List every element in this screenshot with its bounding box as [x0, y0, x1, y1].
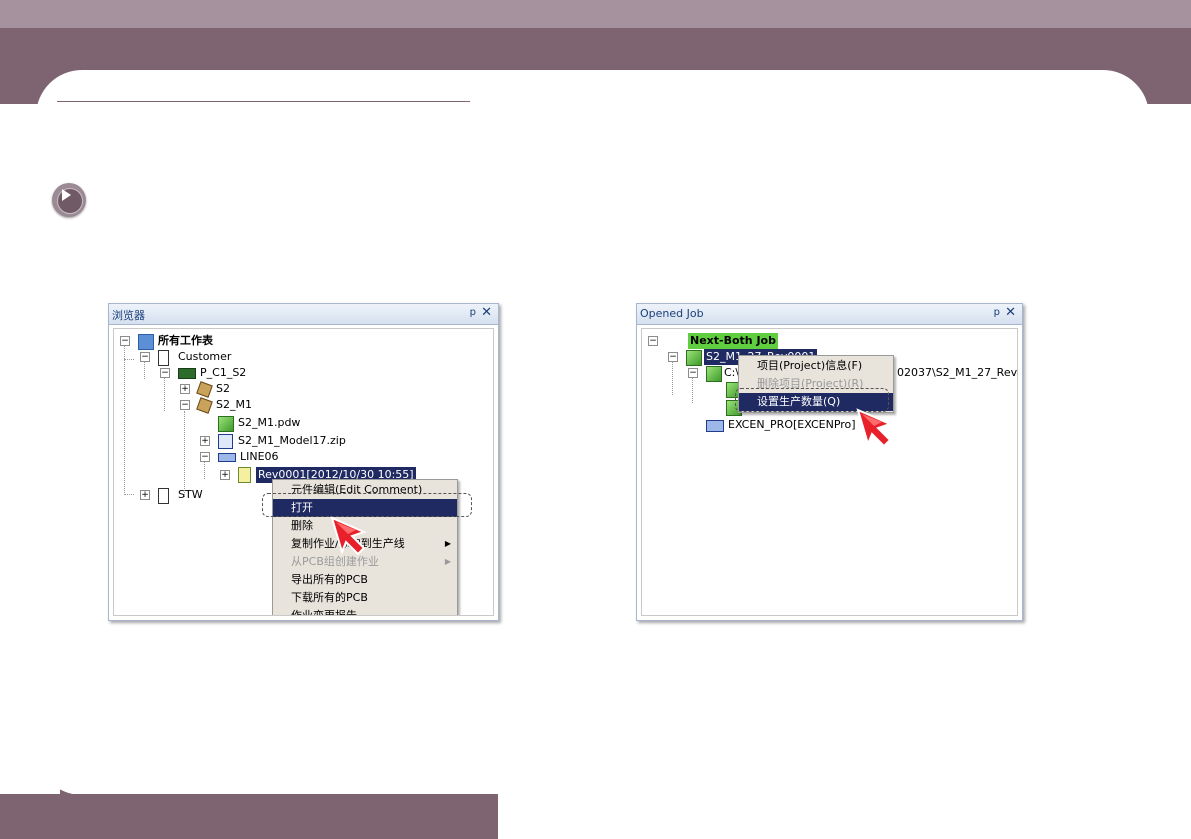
submenu-arrow-icon: ▶	[444, 557, 451, 566]
top-band	[0, 0, 1191, 28]
browser-tree: − 所有工作表 − Customer − P_C1_S2 + S2 − S2_M…	[113, 328, 494, 616]
line-icon	[218, 453, 236, 462]
building-icon	[158, 350, 169, 366]
play-icon	[52, 183, 86, 217]
close-icon[interactable]: ✕	[481, 305, 492, 320]
pin-icon[interactable]: 𝗉	[994, 307, 1000, 318]
component-icon	[196, 381, 213, 398]
pin-icon[interactable]: 𝗉	[470, 307, 476, 318]
title-rule	[57, 101, 470, 102]
page-background-bottom	[498, 780, 1191, 839]
submenu-arrow-icon: ▶	[444, 539, 451, 548]
menu-item-download-pcb[interactable]: 下载所有的PCB	[273, 589, 457, 607]
browser-panel-header: 浏览器 𝗉 ✕	[109, 304, 498, 325]
cursor-pointer-icon	[856, 408, 893, 448]
bottom-band	[0, 794, 498, 839]
menu-item-change-report[interactable]: 作业变更报告	[273, 607, 457, 615]
zip-file-icon	[218, 434, 233, 449]
worksheet-icon	[138, 334, 154, 350]
job-icon	[706, 366, 722, 382]
browser-panel-title: 浏览器	[112, 309, 145, 322]
opened-job-panel-header: Opened Job 𝗉 ✕	[637, 304, 1022, 325]
menu-item-project-info[interactable]: 项目(Project)信息(F)	[739, 357, 893, 375]
opened-job-tree: − Next-Both Job − S2_M1_27_Rev0001 − C:\…	[641, 328, 1018, 616]
cursor-pointer-icon	[330, 516, 367, 556]
menu-item-export-pcb[interactable]: 导出所有的PCB	[273, 571, 457, 589]
opened-job-panel-title: Opened Job	[640, 307, 704, 320]
browser-panel: 浏览器 𝗉 ✕ − 所有工作表 − Customer − P_C1_S2 + S…	[108, 303, 499, 621]
machine-icon	[706, 420, 724, 432]
job-icon	[686, 350, 702, 366]
pdw-file-icon	[218, 416, 234, 432]
component-icon	[196, 397, 213, 414]
close-icon[interactable]: ✕	[1005, 305, 1016, 320]
board-icon	[178, 368, 196, 379]
document-icon	[238, 467, 251, 483]
opened-job-panel: Opened Job 𝗉 ✕ − Next-Both Job − S2_M1_2…	[636, 303, 1023, 621]
building-icon	[158, 488, 169, 504]
